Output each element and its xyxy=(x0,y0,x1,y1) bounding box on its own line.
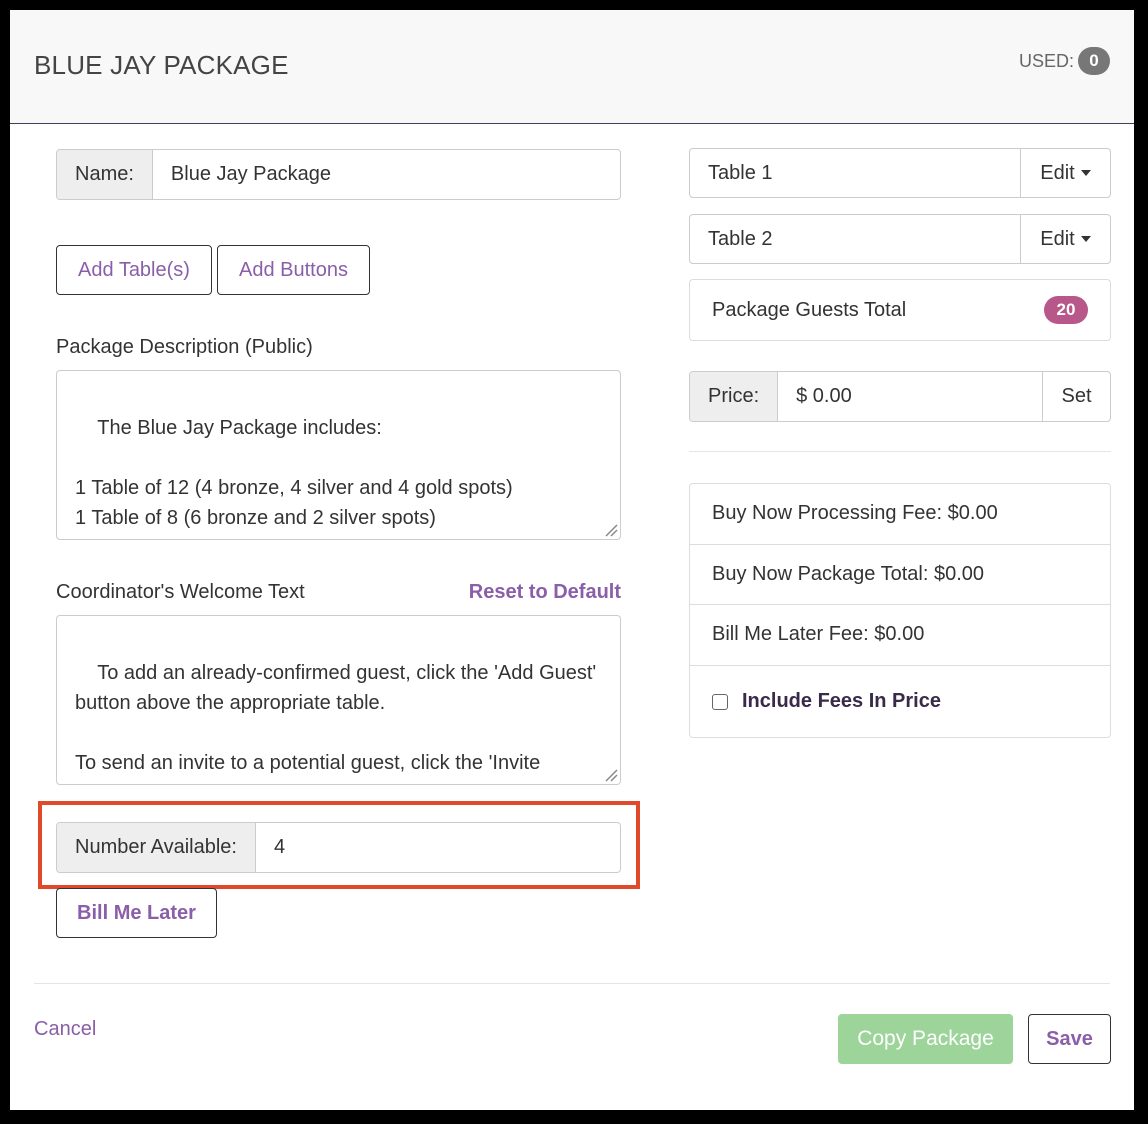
resize-handle-icon[interactable] xyxy=(604,523,618,537)
edit-label: Edit xyxy=(1040,227,1075,250)
list-item: Bill Me Later Fee: $0.00 xyxy=(690,605,1110,666)
bill-me-later-button[interactable]: Bill Me Later xyxy=(56,888,217,938)
list-item: Buy Now Package Total: $0.00 xyxy=(690,545,1110,605)
used-indicator: USED: 0 xyxy=(1019,47,1110,75)
description-text: The Blue Jay Package includes: 1 Table o… xyxy=(75,417,513,529)
price-input[interactable]: $ 0.00 xyxy=(778,372,1042,421)
name-label: Name: xyxy=(57,150,153,199)
footer-divider xyxy=(34,983,1110,984)
resize-handle-icon[interactable] xyxy=(604,768,618,782)
fees-panel: Buy Now Processing Fee: $0.00 Buy Now Pa… xyxy=(689,483,1111,738)
used-label: USED: xyxy=(1018,50,1074,71)
cancel-link[interactable]: Cancel xyxy=(34,1018,96,1041)
page-title: BLUE JAY PACKAGE xyxy=(34,50,289,80)
save-button[interactable]: Save xyxy=(1028,1014,1111,1064)
package-total: Buy Now Package Total: $0.00 xyxy=(712,562,985,585)
number-available-label: Number Available: xyxy=(57,823,256,872)
reset-to-default-link[interactable]: Reset to Default xyxy=(469,581,621,604)
welcome-label: Coordinator's Welcome Text xyxy=(56,581,305,603)
used-count-badge: 0 xyxy=(1078,47,1110,75)
processing-fee: Buy Now Processing Fee: $0.00 xyxy=(712,502,998,525)
caret-down-icon xyxy=(1080,170,1091,176)
welcome-textarea[interactable]: To add an already-confirmed guest, click… xyxy=(56,615,621,785)
copy-package-button[interactable]: Copy Package xyxy=(838,1014,1013,1064)
modal-header: BLUE JAY PACKAGE USED: 0 xyxy=(10,10,1134,124)
add-buttons-button[interactable]: Add Buttons xyxy=(217,245,370,295)
divider xyxy=(689,451,1111,452)
include-fees-label[interactable]: Include Fees In Price xyxy=(742,690,941,713)
list-item: Buy Now Processing Fee: $0.00 xyxy=(690,484,1110,545)
table-row-1: Table 1 Edit xyxy=(689,148,1111,198)
description-textarea[interactable]: The Blue Jay Package includes: 1 Table o… xyxy=(56,370,621,540)
table-row-2: Table 2 Edit xyxy=(689,214,1111,264)
description-label: Package Description (Public) xyxy=(56,336,313,358)
edit-label: Edit xyxy=(1040,161,1075,184)
include-fees-checkbox[interactable] xyxy=(712,693,728,710)
name-input[interactable]: Blue Jay Package xyxy=(153,150,620,199)
welcome-text: To add an already-confirmed guest, click… xyxy=(75,662,597,784)
table-name: Table 1 xyxy=(708,161,773,184)
table-name: Table 2 xyxy=(708,227,773,250)
guests-total-panel: Package Guests Total 20 xyxy=(689,279,1111,341)
table-edit-button[interactable]: Edit xyxy=(1020,215,1110,263)
guests-total-badge: 20 xyxy=(1044,296,1088,324)
price-input-group: Price: $ 0.00 Set xyxy=(689,371,1111,422)
guests-total-label: Package Guests Total xyxy=(712,298,907,321)
add-tables-button[interactable]: Add Table(s) xyxy=(56,245,212,295)
number-available-input[interactable]: 4 xyxy=(256,823,620,872)
bill-later-fee: Bill Me Later Fee: $0.00 xyxy=(712,623,925,646)
name-input-group: Name: Blue Jay Package xyxy=(56,149,621,200)
price-label: Price: xyxy=(690,372,779,421)
caret-down-icon xyxy=(1080,236,1091,242)
table-edit-button[interactable]: Edit xyxy=(1020,149,1110,197)
price-set-button[interactable]: Set xyxy=(1042,372,1110,421)
list-item: Include Fees In Price xyxy=(690,666,1110,738)
package-modal: BLUE JAY PACKAGE USED: 0 Name: Blue Jay … xyxy=(10,10,1134,1110)
number-available-group: Number Available: 4 xyxy=(56,822,621,873)
